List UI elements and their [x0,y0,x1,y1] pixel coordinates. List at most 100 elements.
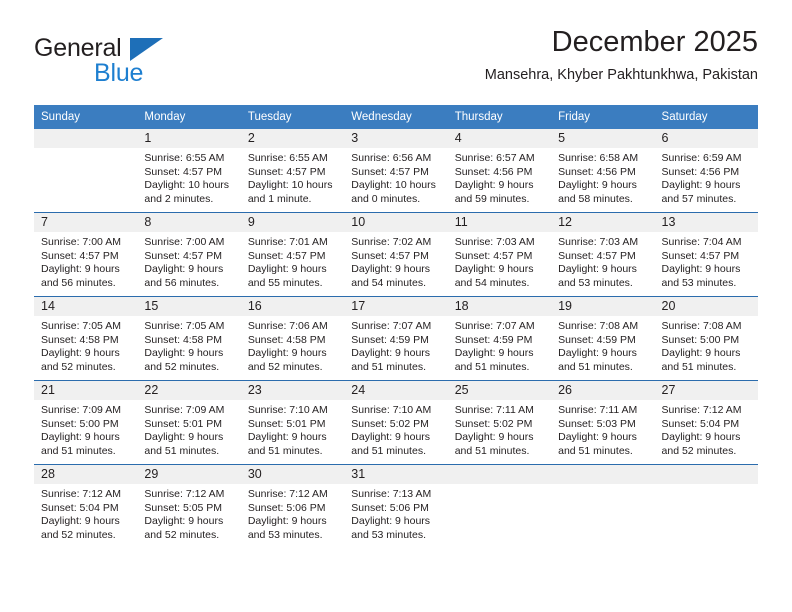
calendar-day-cell[interactable]: 9 Sunrise: 7:01 AM Sunset: 4:57 PM Daylight… [240,212,345,297]
sunset-text: Sunset: 4:57 PM [144,249,223,262]
sunrise-text: Sunrise: 7:10 AM [351,404,432,416]
calendar-day-cell[interactable]: 29 Sunrise: 7:12 AM Sunset: 5:05 PM Dayligh… [137,464,241,548]
sunrise-text: Sunrise: 7:00 AM [144,236,225,248]
day-cell-inner: 22 Sunrise: 7:09 AM Sunset: 5:01 PM Dayligh… [137,381,241,464]
day-cell-inner: 15 Sunrise: 7:05 AM Sunset: 4:58 PM Dayligh… [137,297,241,380]
calendar-day-cell[interactable]: 5 Sunrise: 6:58 AM Sunset: 4:56 PM Daylight… [551,129,655,213]
calendar-day-cell[interactable]: 22 Sunrise: 7:09 AM Sunset: 5:01 PM Dayligh… [137,380,241,465]
calendar-day-cell[interactable]: 11 Sunrise: 7:03 AM Sunset: 4:57 PM Dayligh… [447,212,552,297]
calendar-day-cell[interactable]: 21 Sunrise: 7:09 AM Sunset: 5:00 PM Dayligh… [34,380,138,465]
day-details: Sunrise: 7:07 AM Sunset: 4:59 PM Daylight:… [448,316,551,374]
calendar-day-cell[interactable]: 7 Sunrise: 7:00 AM Sunset: 4:57 PM Daylight… [34,212,138,297]
calendar-day-cell[interactable] [551,464,655,548]
weekday-header-row: Sunday Monday Tuesday Wednesday Thursday… [34,105,758,129]
day-cell-inner: 20 Sunrise: 7:08 AM Sunset: 5:00 PM Dayligh… [654,297,758,380]
calendar-day-cell[interactable]: 31 Sunrise: 7:13 AM Sunset: 5:06 PM Dayligh… [344,464,448,548]
day-number: 18 [447,297,552,316]
calendar-day-cell[interactable] [654,464,758,548]
calendar-day-cell[interactable]: 2 Sunrise: 6:55 AM Sunset: 4:57 PM Daylight… [240,129,345,213]
calendar-day-cell[interactable]: 24 Sunrise: 7:10 AM Sunset: 5:02 PM Dayligh… [344,380,448,465]
calendar-day-cell[interactable]: 30 Sunrise: 7:12 AM Sunset: 5:06 PM Dayligh… [240,464,345,548]
sunset-text: Sunset: 4:57 PM [144,165,223,178]
daylight-text-line2: and 53 minutes. [558,276,633,289]
calendar-day-cell[interactable] [447,464,552,548]
generalblue-logo: General Blue [34,34,244,92]
calendar-day-cell[interactable]: 13 Sunrise: 7:04 AM Sunset: 4:57 PM Dayligh… [654,212,758,297]
daylight-text-line2: and 53 minutes. [661,276,737,289]
day-cell-inner: 14 Sunrise: 7:05 AM Sunset: 4:58 PM Dayligh… [34,297,138,380]
calendar-day-cell[interactable]: 12 Sunrise: 7:03 AM Sunset: 4:57 PM Dayligh… [551,212,655,297]
calendar-day-cell[interactable]: 10 Sunrise: 7:02 AM Sunset: 4:57 PM Dayligh… [344,212,448,297]
calendar-day-cell[interactable]: 26 Sunrise: 7:11 AM Sunset: 5:03 PM Dayligh… [551,380,655,465]
sunrise-text: Sunrise: 7:09 AM [41,404,121,416]
calendar-day-cell[interactable]: 19 Sunrise: 7:08 AM Sunset: 4:59 PM Dayligh… [551,296,655,381]
calendar-day-cell[interactable]: 23 Sunrise: 7:10 AM Sunset: 5:01 PM Dayligh… [240,380,345,465]
calendar-day-cell[interactable]: 20 Sunrise: 7:08 AM Sunset: 5:00 PM Dayligh… [654,296,758,381]
day-details: Sunrise: 7:01 AM Sunset: 4:57 PM Daylight:… [241,232,344,290]
daylight-text-line2: and 0 minutes. [351,192,421,205]
day-cell-inner: 25 Sunrise: 7:11 AM Sunset: 5:02 PM Dayligh… [447,381,552,464]
day-cell-inner: 28 Sunrise: 7:12 AM Sunset: 5:04 PM Dayligh… [34,465,138,548]
title-block: December 2025 Mansehra, Khyber Pakhtunkh… [485,24,758,86]
sunrise-text: Sunrise: 6:59 AM [661,152,742,164]
daylight-text-line1: Daylight: 9 hours [41,263,120,276]
day-details: Sunrise: 7:07 AM Sunset: 4:59 PM Daylight:… [344,316,447,374]
day-number: 8 [137,213,241,232]
day-number: 17 [344,297,448,316]
daylight-text-line2: and 51 minutes. [144,444,220,457]
day-cell-inner: 16 Sunrise: 7:06 AM Sunset: 4:58 PM Dayligh… [240,297,345,380]
sunset-text: Sunset: 5:05 PM [144,501,223,514]
day-cell-inner [34,129,138,212]
day-details: Sunrise: 7:09 AM Sunset: 5:00 PM Daylight:… [34,400,137,458]
calendar-day-cell[interactable]: 25 Sunrise: 7:11 AM Sunset: 5:02 PM Dayligh… [447,380,552,465]
day-details [34,148,137,152]
logo-triangle-icon [130,38,163,61]
calendar-day-cell[interactable]: 1 Sunrise: 6:55 AM Sunset: 4:57 PM Daylight… [137,129,241,213]
sunrise-text: Sunrise: 7:11 AM [454,404,534,416]
sunset-text: Sunset: 4:58 PM [41,333,119,346]
sunrise-text: Sunrise: 6:58 AM [558,152,639,164]
daylight-text-line2: and 59 minutes. [454,192,530,205]
sunset-text: Sunset: 4:56 PM [454,165,533,178]
calendar-day-cell[interactable] [34,129,138,213]
calendar-day-cell[interactable]: 6 Sunrise: 6:59 AM Sunset: 4:56 PM Daylight… [654,129,758,213]
calendar-day-cell[interactable]: 3 Sunrise: 6:56 AM Sunset: 4:57 PM Daylight… [344,129,448,213]
day-details: Sunrise: 7:05 AM Sunset: 4:58 PM Daylight:… [137,316,240,374]
daylight-text-line1: Daylight: 9 hours [454,431,534,444]
day-number: 21 [34,381,138,400]
day-details: Sunrise: 7:08 AM Sunset: 4:59 PM Daylight:… [551,316,654,374]
day-cell-inner [551,465,655,548]
day-number: 26 [551,381,655,400]
daylight-text-line2: and 52 minutes. [41,528,116,541]
day-number: 9 [240,213,345,232]
daylight-text-line2: and 2 minutes. [144,192,214,205]
daylight-text-line2: and 54 minutes. [351,276,426,289]
sunrise-text: Sunrise: 7:12 AM [41,488,121,500]
sunrise-text: Sunrise: 7:12 AM [661,404,742,416]
day-number [654,465,758,484]
sunrise-text: Sunrise: 7:03 AM [454,236,535,248]
calendar-day-cell[interactable]: 16 Sunrise: 7:06 AM Sunset: 4:58 PM Dayligh… [240,296,345,381]
day-cell-inner: 19 Sunrise: 7:08 AM Sunset: 4:59 PM Dayligh… [551,297,655,380]
calendar-day-cell[interactable]: 18 Sunrise: 7:07 AM Sunset: 4:59 PM Dayligh… [447,296,552,381]
day-details: Sunrise: 7:10 AM Sunset: 5:01 PM Daylight:… [241,400,344,458]
weekday-header-tuesday: Tuesday [240,105,345,129]
sunset-text: Sunset: 5:01 PM [247,417,326,430]
calendar-day-cell[interactable]: 15 Sunrise: 7:05 AM Sunset: 4:58 PM Dayligh… [137,296,241,381]
day-cell-inner: 10 Sunrise: 7:02 AM Sunset: 4:57 PM Dayligh… [344,213,448,296]
sunrise-text: Sunrise: 6:55 AM [247,152,328,164]
day-number: 4 [447,129,552,148]
calendar-day-cell[interactable]: 8 Sunrise: 7:00 AM Sunset: 4:57 PM Daylight… [137,212,241,297]
calendar-day-cell[interactable]: 4 Sunrise: 6:57 AM Sunset: 4:56 PM Daylight… [447,129,552,213]
day-details: Sunrise: 7:03 AM Sunset: 4:57 PM Daylight:… [448,232,551,290]
calendar-day-cell[interactable]: 17 Sunrise: 7:07 AM Sunset: 4:59 PM Dayligh… [344,296,448,381]
calendar-day-cell[interactable]: 28 Sunrise: 7:12 AM Sunset: 5:04 PM Dayligh… [34,464,138,548]
day-details: Sunrise: 7:03 AM Sunset: 4:57 PM Daylight:… [551,232,654,290]
sunrise-text: Sunrise: 7:13 AM [351,488,432,500]
sunset-text: Sunset: 4:59 PM [558,333,636,346]
day-cell-inner: 30 Sunrise: 7:12 AM Sunset: 5:06 PM Dayligh… [240,465,345,548]
day-cell-inner: 18 Sunrise: 7:07 AM Sunset: 4:59 PM Dayligh… [447,297,552,380]
day-cell-inner: 11 Sunrise: 7:03 AM Sunset: 4:57 PM Dayligh… [447,213,552,296]
calendar-day-cell[interactable]: 27 Sunrise: 7:12 AM Sunset: 5:04 PM Dayligh… [654,380,758,465]
calendar-day-cell[interactable]: 14 Sunrise: 7:05 AM Sunset: 4:58 PM Dayligh… [34,296,138,381]
